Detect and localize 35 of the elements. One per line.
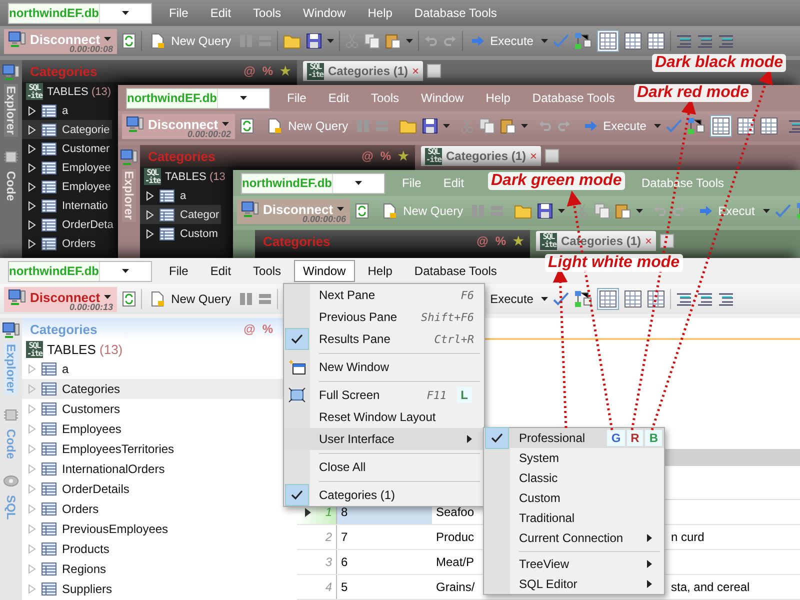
shortcut-label: F11 xyxy=(426,388,447,402)
table-cell-text: Grains/ xyxy=(435,579,475,596)
panel-title: Categories xyxy=(30,64,98,78)
panel-title: Categories xyxy=(30,322,98,336)
sqlite-logo-icon: SQL -ite xyxy=(307,62,324,80)
sqlite-logo-icon: SQL -ite xyxy=(26,83,43,100)
connection-timer: 0.00:00:08 xyxy=(70,44,114,54)
annotation-label: Dark red mode xyxy=(634,84,752,102)
table-cell-text: Meat/P xyxy=(435,554,475,572)
table-cell-text: 5 xyxy=(340,579,349,596)
table-cell-text: n curd xyxy=(670,529,706,546)
table-cell-text: Produc xyxy=(435,529,475,546)
connection-timer: 0.00:00:06 xyxy=(302,214,346,224)
row-number: 4 xyxy=(297,575,337,599)
table-cell-text: 7 xyxy=(340,529,349,546)
annotation-label: Dark green mode xyxy=(488,172,625,190)
shortcut-label: Shift+F6 xyxy=(421,310,474,324)
sqlite-logo-icon: SQL -ite xyxy=(144,168,161,185)
connection-timer: 0.00:00:02 xyxy=(188,128,232,138)
row-number: 2 xyxy=(297,525,337,550)
shortcut-label: Ctrl+R xyxy=(434,332,474,346)
table-cell-text: sta, and cereal xyxy=(670,579,751,596)
letter-badge: L xyxy=(456,387,472,403)
sqlite-logo-icon: SQL -ite xyxy=(26,341,43,358)
panel-title: Categories xyxy=(148,148,216,164)
table-cell-text: 6 xyxy=(340,554,349,572)
shortcut-label: F6 xyxy=(460,288,474,302)
panel-title: Categories xyxy=(263,234,332,248)
sqlite-logo-icon: SQL -ite xyxy=(540,232,557,250)
connection-timer: 0.00:00:13 xyxy=(70,302,114,312)
annotation-label: Dark black mode xyxy=(652,54,786,72)
table-cell-text: Seafoo xyxy=(435,504,475,522)
annotation-label: Light white mode xyxy=(545,254,683,272)
sqlite-logo-icon: SQL -ite xyxy=(425,148,442,164)
row-number: 3 xyxy=(297,550,337,574)
